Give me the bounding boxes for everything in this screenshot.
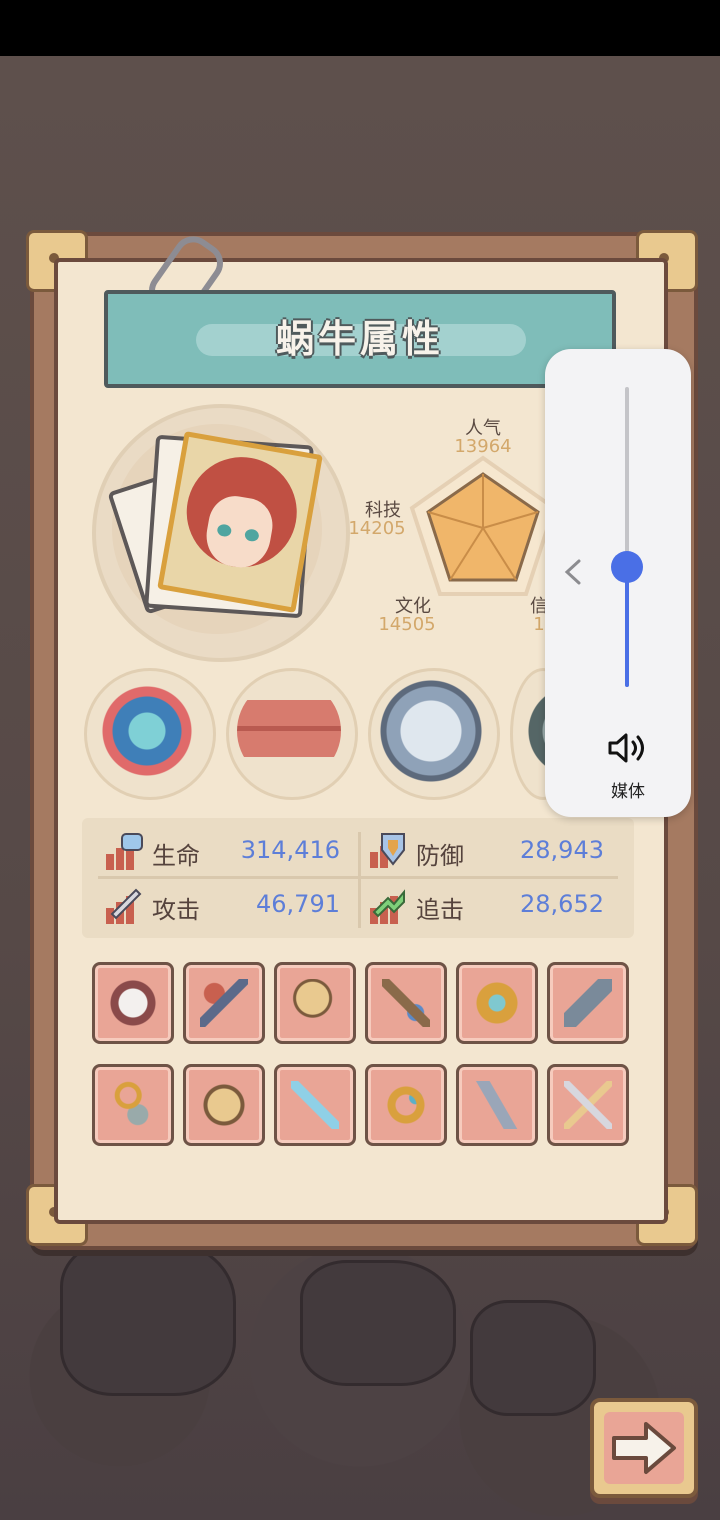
volume-slider-thumb[interactable] [611,551,643,583]
radar-value-technology: 14205 [348,518,406,539]
equipment-slot[interactable] [92,1064,174,1146]
stat-label-health: 生命 [152,842,200,870]
equipment-slot[interactable] [365,962,447,1044]
volume-panel: 媒体 [545,349,691,817]
compass-icon [379,679,483,783]
monster-relic-button[interactable] [84,668,216,800]
next-button[interactable] [590,1398,698,1498]
armor-icon [109,979,157,1027]
mace-icon [291,979,339,1027]
equipment-slot[interactable] [183,1064,265,1146]
health-icon [106,833,143,870]
stat-value-attack: 46,791 [256,890,340,918]
stat-value-pursuit: 28,652 [520,890,604,918]
equipment-slot[interactable] [183,962,265,1044]
equipment-slot[interactable] [274,1064,356,1146]
radar-value-popularity: 13964 [454,436,512,457]
blaster-icon [564,979,612,1027]
equipment-slot[interactable] [456,962,538,1044]
radar-chart [409,455,557,596]
stat-value-defense: 28,943 [520,836,604,864]
defense-icon [370,833,405,868]
ring-icon [382,1081,430,1129]
dagger-icon [473,1081,521,1129]
compass-button[interactable] [368,668,500,800]
equipment-slot[interactable] [547,1064,629,1146]
brick-stack-icon [237,679,341,783]
radar-value-culture: 14505 [378,614,436,635]
stat-label-attack: 攻击 [152,896,200,924]
equipment-slot[interactable] [365,1064,447,1146]
volume-label: 媒体 [611,782,645,802]
attack-icon [106,888,142,924]
equipment-slot[interactable] [456,1064,538,1146]
hook-icon [109,1081,157,1129]
crossbow-icon [382,979,430,1027]
helmet-icon [200,1081,248,1129]
character-portrait[interactable] [157,431,323,613]
gauntlet-icon [473,979,521,1027]
pursuit-icon [370,889,405,924]
stat-label-defense: 防御 [416,842,464,870]
status-bar [0,0,720,56]
twin-blades-icon [564,1081,612,1129]
stat-label-pursuit: 追击 [416,896,464,924]
chevron-left-icon[interactable] [559,557,589,587]
volume-fill [625,567,629,687]
speaker-icon[interactable] [607,731,651,765]
equipment-slot[interactable] [92,962,174,1044]
background-rock [60,1240,236,1396]
scepter-icon [200,979,248,1027]
background-rock [300,1260,456,1386]
page-title: 蜗牛属性 [275,317,444,361]
background-rock [470,1300,596,1416]
brick-stack-button[interactable] [226,668,358,800]
sword-icon [291,1081,339,1129]
monster-relic-icon [95,679,199,783]
stat-value-health: 314,416 [240,836,340,864]
equipment-slot[interactable] [274,962,356,1044]
arrow-right-icon [612,1422,676,1474]
title-banner: 蜗牛属性 [104,290,616,388]
equipment-slot[interactable] [547,962,629,1044]
